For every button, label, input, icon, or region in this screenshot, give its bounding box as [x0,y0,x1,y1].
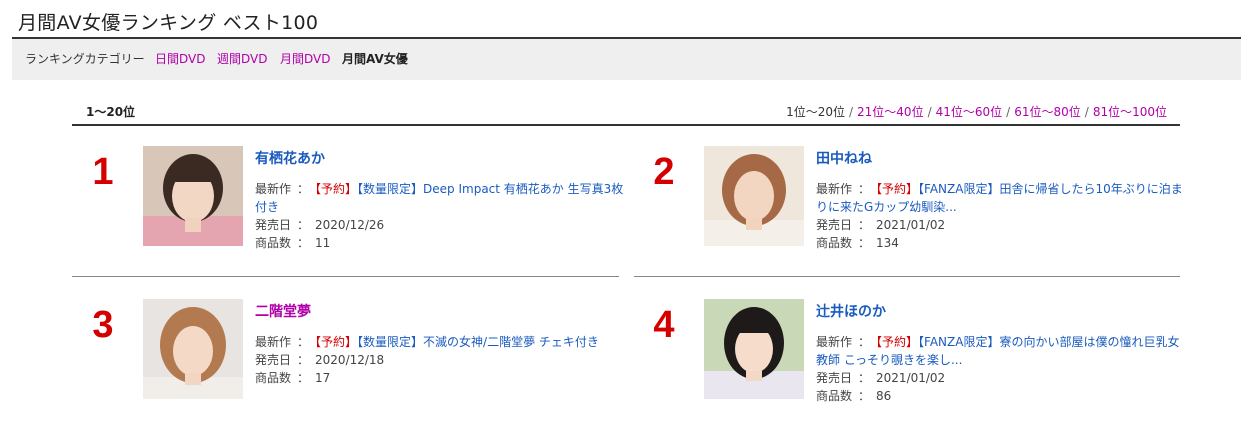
ranking-entry: 4 辻井ほのか 最新作：【予約】【FANZA限定】寮の向かい部屋は僕の憧れ巨乳女… [634,299,1179,409]
colon: ： [858,182,871,196]
pager-current: 1位〜20位 [786,105,845,119]
reservation-tag: 【予約】 [315,335,358,349]
actress-name-link[interactable]: 辻井ほのか [816,301,1186,321]
category-monthly-actress: 月間AV女優 [342,52,408,66]
colon: ： [858,371,871,385]
pager-link-81-100[interactable]: 81位〜100位 [1093,105,1167,119]
colon: ： [297,236,310,250]
product-count-value: 17 [315,371,331,385]
release-date-value: 2021/01/02 [876,371,946,385]
pager-separator: / [848,105,854,119]
colon: ： [297,353,310,367]
product-count-label: 商品数 [255,236,292,250]
reservation-tag: 【予約】 [876,182,919,196]
category-monthly-dvd[interactable]: 月間DVD [280,39,330,80]
actress-photo[interactable] [143,146,243,246]
range-pager: 1位〜20位/21位〜40位/41位〜60位/61位〜80位/81位〜100位 [786,103,1167,120]
reservation-tag: 【予約】 [876,335,919,349]
row-divider [72,276,619,277]
actress-photo[interactable] [704,146,804,246]
release-date-label: 発売日 [255,353,292,367]
colon: ： [858,335,871,349]
release-date-value: 2020/12/26 [315,218,385,232]
page-title: 月間AV女優ランキング ベスト100 [18,12,319,34]
actress-name-link[interactable]: 有栖花あか [255,148,625,168]
current-range-heading: 1〜20位 [86,105,136,119]
rank-number: 3 [92,304,114,346]
product-count-value: 11 [315,236,331,250]
latest-work-link[interactable]: 【数量限定】Deep Impact 有栖花あか 生写真3枚付き [255,182,623,214]
release-date-label: 発売日 [816,218,853,232]
colon: ： [297,371,310,385]
ranking-entry: 3 二階堂夢 最新作：【予約】【数量限定】不滅の女神/二階堂夢 チェキ付き 発売… [73,299,599,409]
category-bar-label: ランキングカテゴリー [25,52,145,66]
colon: ： [858,218,871,232]
colon: ： [858,236,871,250]
latest-work-link[interactable]: 【FANZA限定】寮の向かい部屋は僕の憧れ巨乳女教師 こっそり覗きを楽し... [816,335,1179,367]
actress-photo[interactable] [704,299,804,399]
product-count-label: 商品数 [255,371,292,385]
product-count-label: 商品数 [816,389,853,403]
colon: ： [297,218,310,232]
actress-photo[interactable] [143,299,243,399]
list-divider [72,124,1180,126]
pager-link-61-80[interactable]: 61位〜80位 [1014,105,1081,119]
pager-separator: / [1084,105,1089,119]
ranking-entry: 1 有栖花あか 最新作 ： 【予約】【数量限定】Deep Impact 有栖花あか … [73,146,623,256]
row-divider [634,276,1180,277]
rank-number: 2 [653,151,675,193]
ranking-entry: 2 田中ねね 最新作 ： 【予約】【FANZA限定】田舎に帰省したら10年ぶりに泊ま… [634,146,1183,256]
latest-work-label: 最新作 [816,335,853,349]
rank-number: 1 [92,151,114,193]
latest-work-label: 最新作 [816,182,853,196]
release-date-label: 発売日 [255,218,292,232]
latest-work-link[interactable]: 【FANZA限定】田舎に帰省したら10年ぶりに泊まりに来たGカップ幼馴染... [816,182,1183,214]
product-count-value: 134 [876,236,899,250]
release-date-value: 2020/12/18 [315,353,385,367]
category-daily-dvd[interactable]: 日間DVD [155,39,205,80]
product-count-value: 86 [876,389,892,403]
product-count-label: 商品数 [816,236,853,250]
latest-work-label: 最新作 [255,182,292,196]
release-date-value: 2021/01/02 [876,218,946,232]
actress-name-link[interactable]: 二階堂夢 [255,301,625,321]
category-weekly-dvd[interactable]: 週間DVD [217,39,267,80]
actress-name-link[interactable]: 田中ねね [816,148,1186,168]
latest-work-label: 最新作 [255,335,292,349]
pager-separator: / [927,105,932,119]
reservation-tag: 【予約】 [315,182,358,196]
rank-number: 4 [653,304,675,346]
colon: ： [858,389,871,403]
pager-separator: / [1006,105,1011,119]
colon: ： [297,182,310,196]
latest-work-link[interactable]: 【数量限定】不滅の女神/二階堂夢 チェキ付き [357,335,599,349]
pager-link-41-60[interactable]: 41位〜60位 [936,105,1003,119]
pager-link-21-40[interactable]: 21位〜40位 [857,105,924,119]
category-bar: ランキングカテゴリー 日間DVD 週間DVD 月間DVD 月間AV女優 [12,39,1241,80]
release-date-label: 発売日 [816,371,853,385]
colon: ： [297,335,310,349]
